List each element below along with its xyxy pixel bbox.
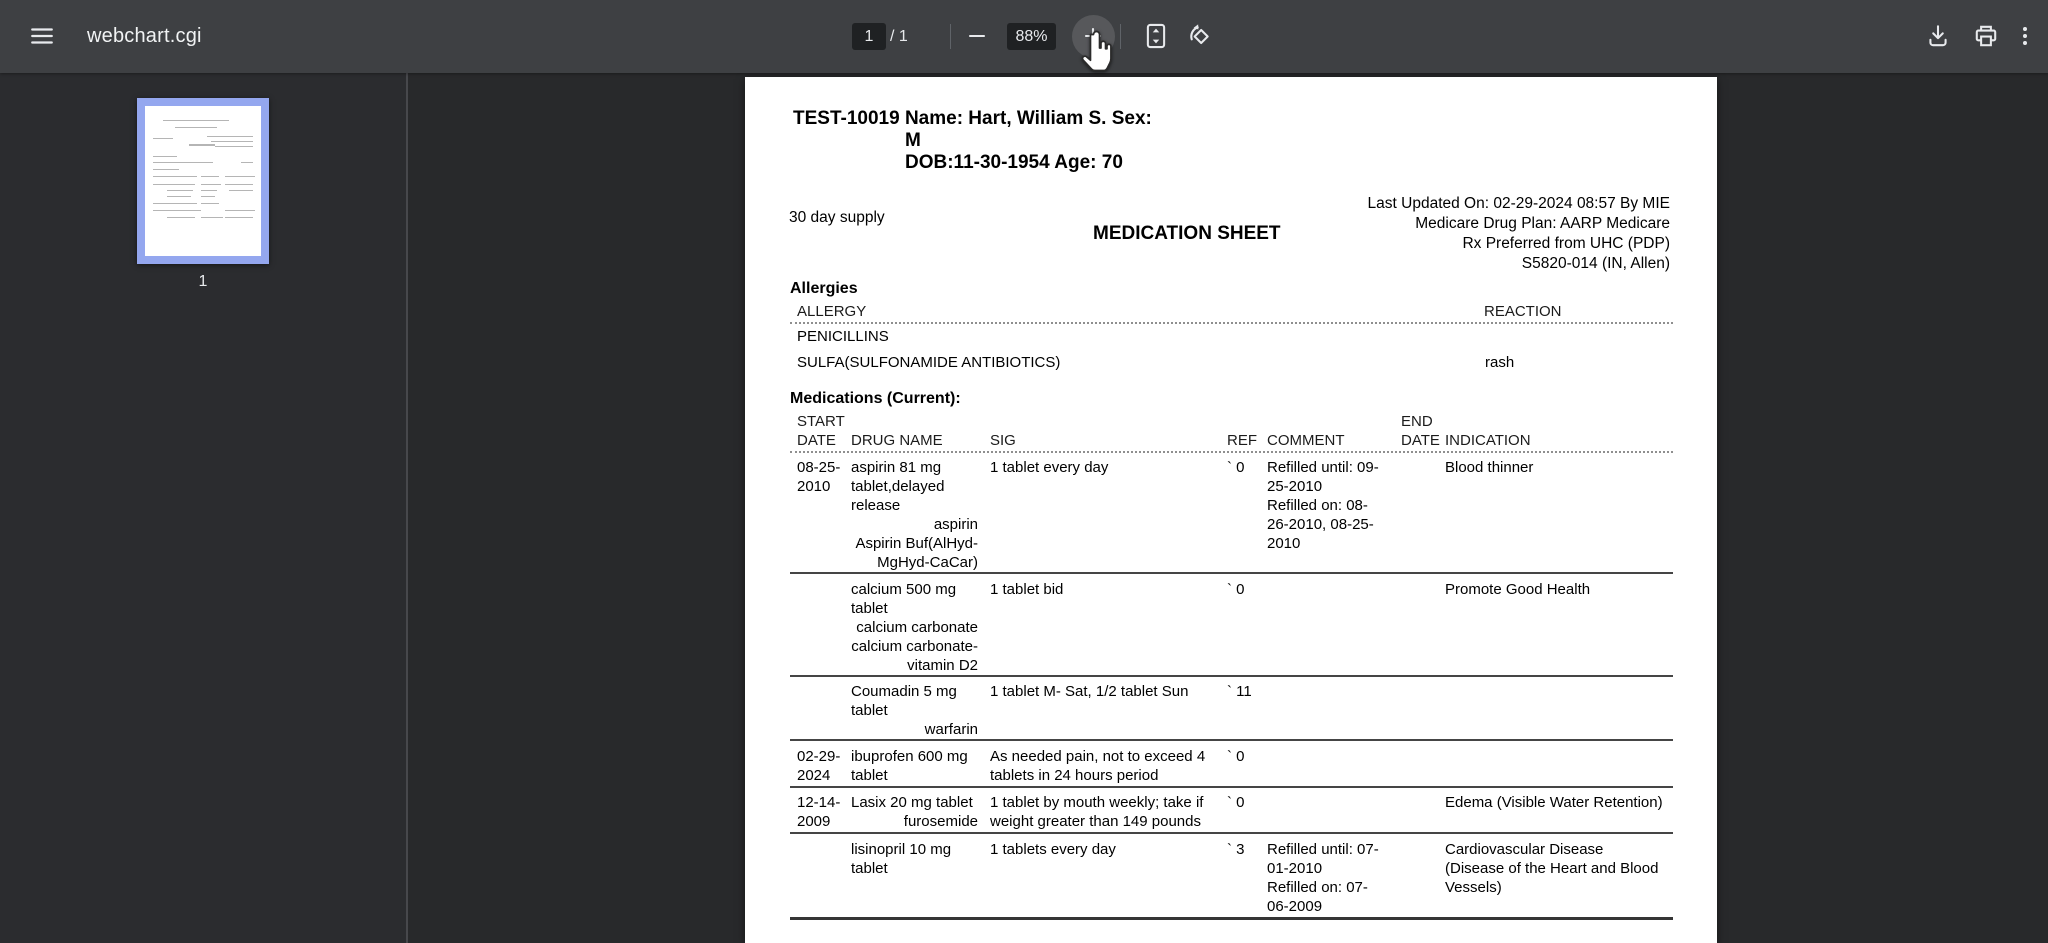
cell-start-date: 08-25- 2010: [797, 459, 841, 495]
col-header-end-2: DATE: [1401, 432, 1440, 449]
cell-ref: ` 3: [1227, 841, 1245, 858]
minus-icon: [965, 24, 989, 48]
hamburger-icon: [29, 23, 55, 49]
cell-sig: 1 tablet every day: [990, 459, 1109, 476]
toolbar-separator: [1120, 24, 1121, 49]
cell-ref: ` 0: [1227, 794, 1245, 811]
thumbnail-page-number: 1: [198, 273, 208, 290]
cell-comment: Refilled until: 07- 01-2010 Refilled on: 0…: [1267, 841, 1379, 915]
cell-indication: Promote Good Health: [1445, 581, 1591, 598]
update-info-block: Last Updated On: 02-29-2024 08:57 By MIE…: [1368, 194, 1670, 274]
cell-drug-name: calcium 500 mg tablet calcium carbonate cal…: [851, 581, 978, 674]
drug-plan-line-2: Rx Preferred from UHC (PDP): [1462, 235, 1670, 252]
page-number-input[interactable]: [852, 23, 886, 50]
thumbnail-page-preview: [145, 106, 261, 256]
cell-start-date: 12-14- 2009: [797, 794, 841, 830]
cell-drug-name: ibuprofen 600 mg tablet: [851, 748, 968, 784]
print-icon: [1973, 23, 1999, 49]
col-header-end-1: END: [1401, 413, 1433, 430]
cell-ref: ` 0: [1227, 581, 1245, 598]
cell-ref: ` 0: [1227, 459, 1245, 476]
cell-ref: ` 0: [1227, 748, 1245, 765]
toolbar-separator: [950, 24, 951, 49]
zoom-level-display[interactable]: 88%: [1007, 23, 1056, 50]
pdf-page: TEST-10019 Name: Hart, William S. Sex: M…: [745, 77, 1717, 943]
cell-sig: 1 tablet bid: [990, 581, 1064, 598]
cell-indication: Cardiovascular Disease (Disease of the He…: [1445, 841, 1659, 896]
pdf-viewer-toolbar: webchart.cgi / 1 88%: [0, 0, 2048, 73]
cell-indication: Edema (Visible Water Retention): [1445, 794, 1663, 811]
print-button[interactable]: [1964, 14, 2008, 58]
cell-ref: ` 11: [1227, 683, 1252, 700]
download-icon: [1925, 23, 1951, 49]
toolbar-center-controls: / 1 88%: [852, 0, 1272, 73]
col-header-start-1: START: [797, 413, 845, 430]
page-thumbnail[interactable]: [137, 98, 269, 264]
download-button[interactable]: [1916, 14, 1960, 58]
table-bottom-rule: [790, 917, 1673, 920]
allergy-reaction: rash: [1485, 354, 1515, 371]
col-header-indication: INDICATION: [1445, 432, 1531, 449]
plus-icon: [1081, 24, 1105, 48]
rotate-button[interactable]: [1178, 14, 1222, 58]
patient-id-line: TEST-10019 Name: Hart, William S. Sex:: [793, 108, 1152, 129]
row-separator: [790, 739, 1673, 741]
more-options-button[interactable]: [2005, 14, 2045, 58]
row-separator: [790, 832, 1673, 834]
col-header-drug: DRUG NAME: [851, 432, 943, 449]
cell-comment: Refilled until: 09- 25-2010 Refilled on: 0…: [1267, 459, 1379, 552]
supply-note: 30 day supply: [789, 209, 885, 226]
col-header-sig: SIG: [990, 432, 1016, 449]
allergies-header-rule: [790, 322, 1673, 324]
cell-sig: As needed pain, not to exceed 4 tablets i…: [990, 748, 1206, 784]
row-separator: [790, 786, 1673, 788]
cell-sig: 1 tablets every day: [990, 841, 1116, 858]
sheet-title: MEDICATION SHEET: [1093, 223, 1281, 244]
zoom-out-button[interactable]: [955, 14, 999, 58]
rotate-counterclockwise-icon: [1187, 23, 1214, 50]
reaction-column-header: REACTION: [1484, 303, 1562, 320]
patient-dob-line: DOB:11-30-1954 Age: 70: [905, 152, 1123, 173]
cell-drug-name: Lasix 20 mg tablet furosemide: [851, 794, 978, 830]
zoom-in-button[interactable]: [1071, 14, 1115, 58]
drug-plan-line: Medicare Drug Plan: AARP Medicare: [1415, 215, 1670, 232]
cell-drug-name: aspirin 81 mg tablet,delayed release aspiri…: [851, 459, 978, 571]
cell-drug-name: lisinopril 10 mg tablet: [851, 841, 952, 877]
sidebar-divider[interactable]: [406, 73, 408, 943]
kebab-menu-icon: [2013, 24, 2037, 48]
last-updated-line: Last Updated On: 02-29-2024 08:57 By MIE: [1367, 195, 1670, 212]
medications-header-rule: [790, 451, 1673, 453]
allergy-name: SULFA(SULFONAMIDE ANTIBIOTICS): [797, 354, 1061, 371]
col-header-ref: REF: [1227, 432, 1257, 449]
drug-plan-line-3: S5820-014 (IN, Allen): [1521, 255, 1670, 272]
document-title: webchart.cgi: [87, 25, 202, 47]
page-count-label: / 1: [890, 28, 908, 45]
patient-sex-line: M: [905, 130, 921, 151]
fit-page-icon: [1143, 23, 1169, 49]
allergies-heading: Allergies: [790, 280, 858, 297]
col-header-comment: COMMENT: [1267, 432, 1345, 449]
row-separator: [790, 675, 1673, 677]
allergy-column-header: ALLERGY: [797, 303, 867, 320]
row-separator: [790, 572, 1673, 574]
cell-start-date: 02-29- 2024: [797, 748, 841, 784]
allergy-name: PENICILLINS: [797, 328, 889, 345]
fit-to-page-button[interactable]: [1134, 14, 1178, 58]
medications-heading: Medications (Current):: [790, 390, 961, 407]
thumbnail-sidebar: 1: [0, 73, 406, 943]
cell-drug-name: Coumadin 5 mg tablet warfarin: [851, 683, 978, 738]
menu-button[interactable]: [18, 12, 66, 60]
cell-sig: 1 tablet by mouth weekly; take if weight …: [990, 794, 1204, 830]
cell-sig: 1 tablet M- Sat, 1/2 tablet Sun: [990, 683, 1189, 700]
cell-indication: Blood thinner: [1445, 459, 1534, 476]
col-header-start-2: DATE: [797, 432, 836, 449]
